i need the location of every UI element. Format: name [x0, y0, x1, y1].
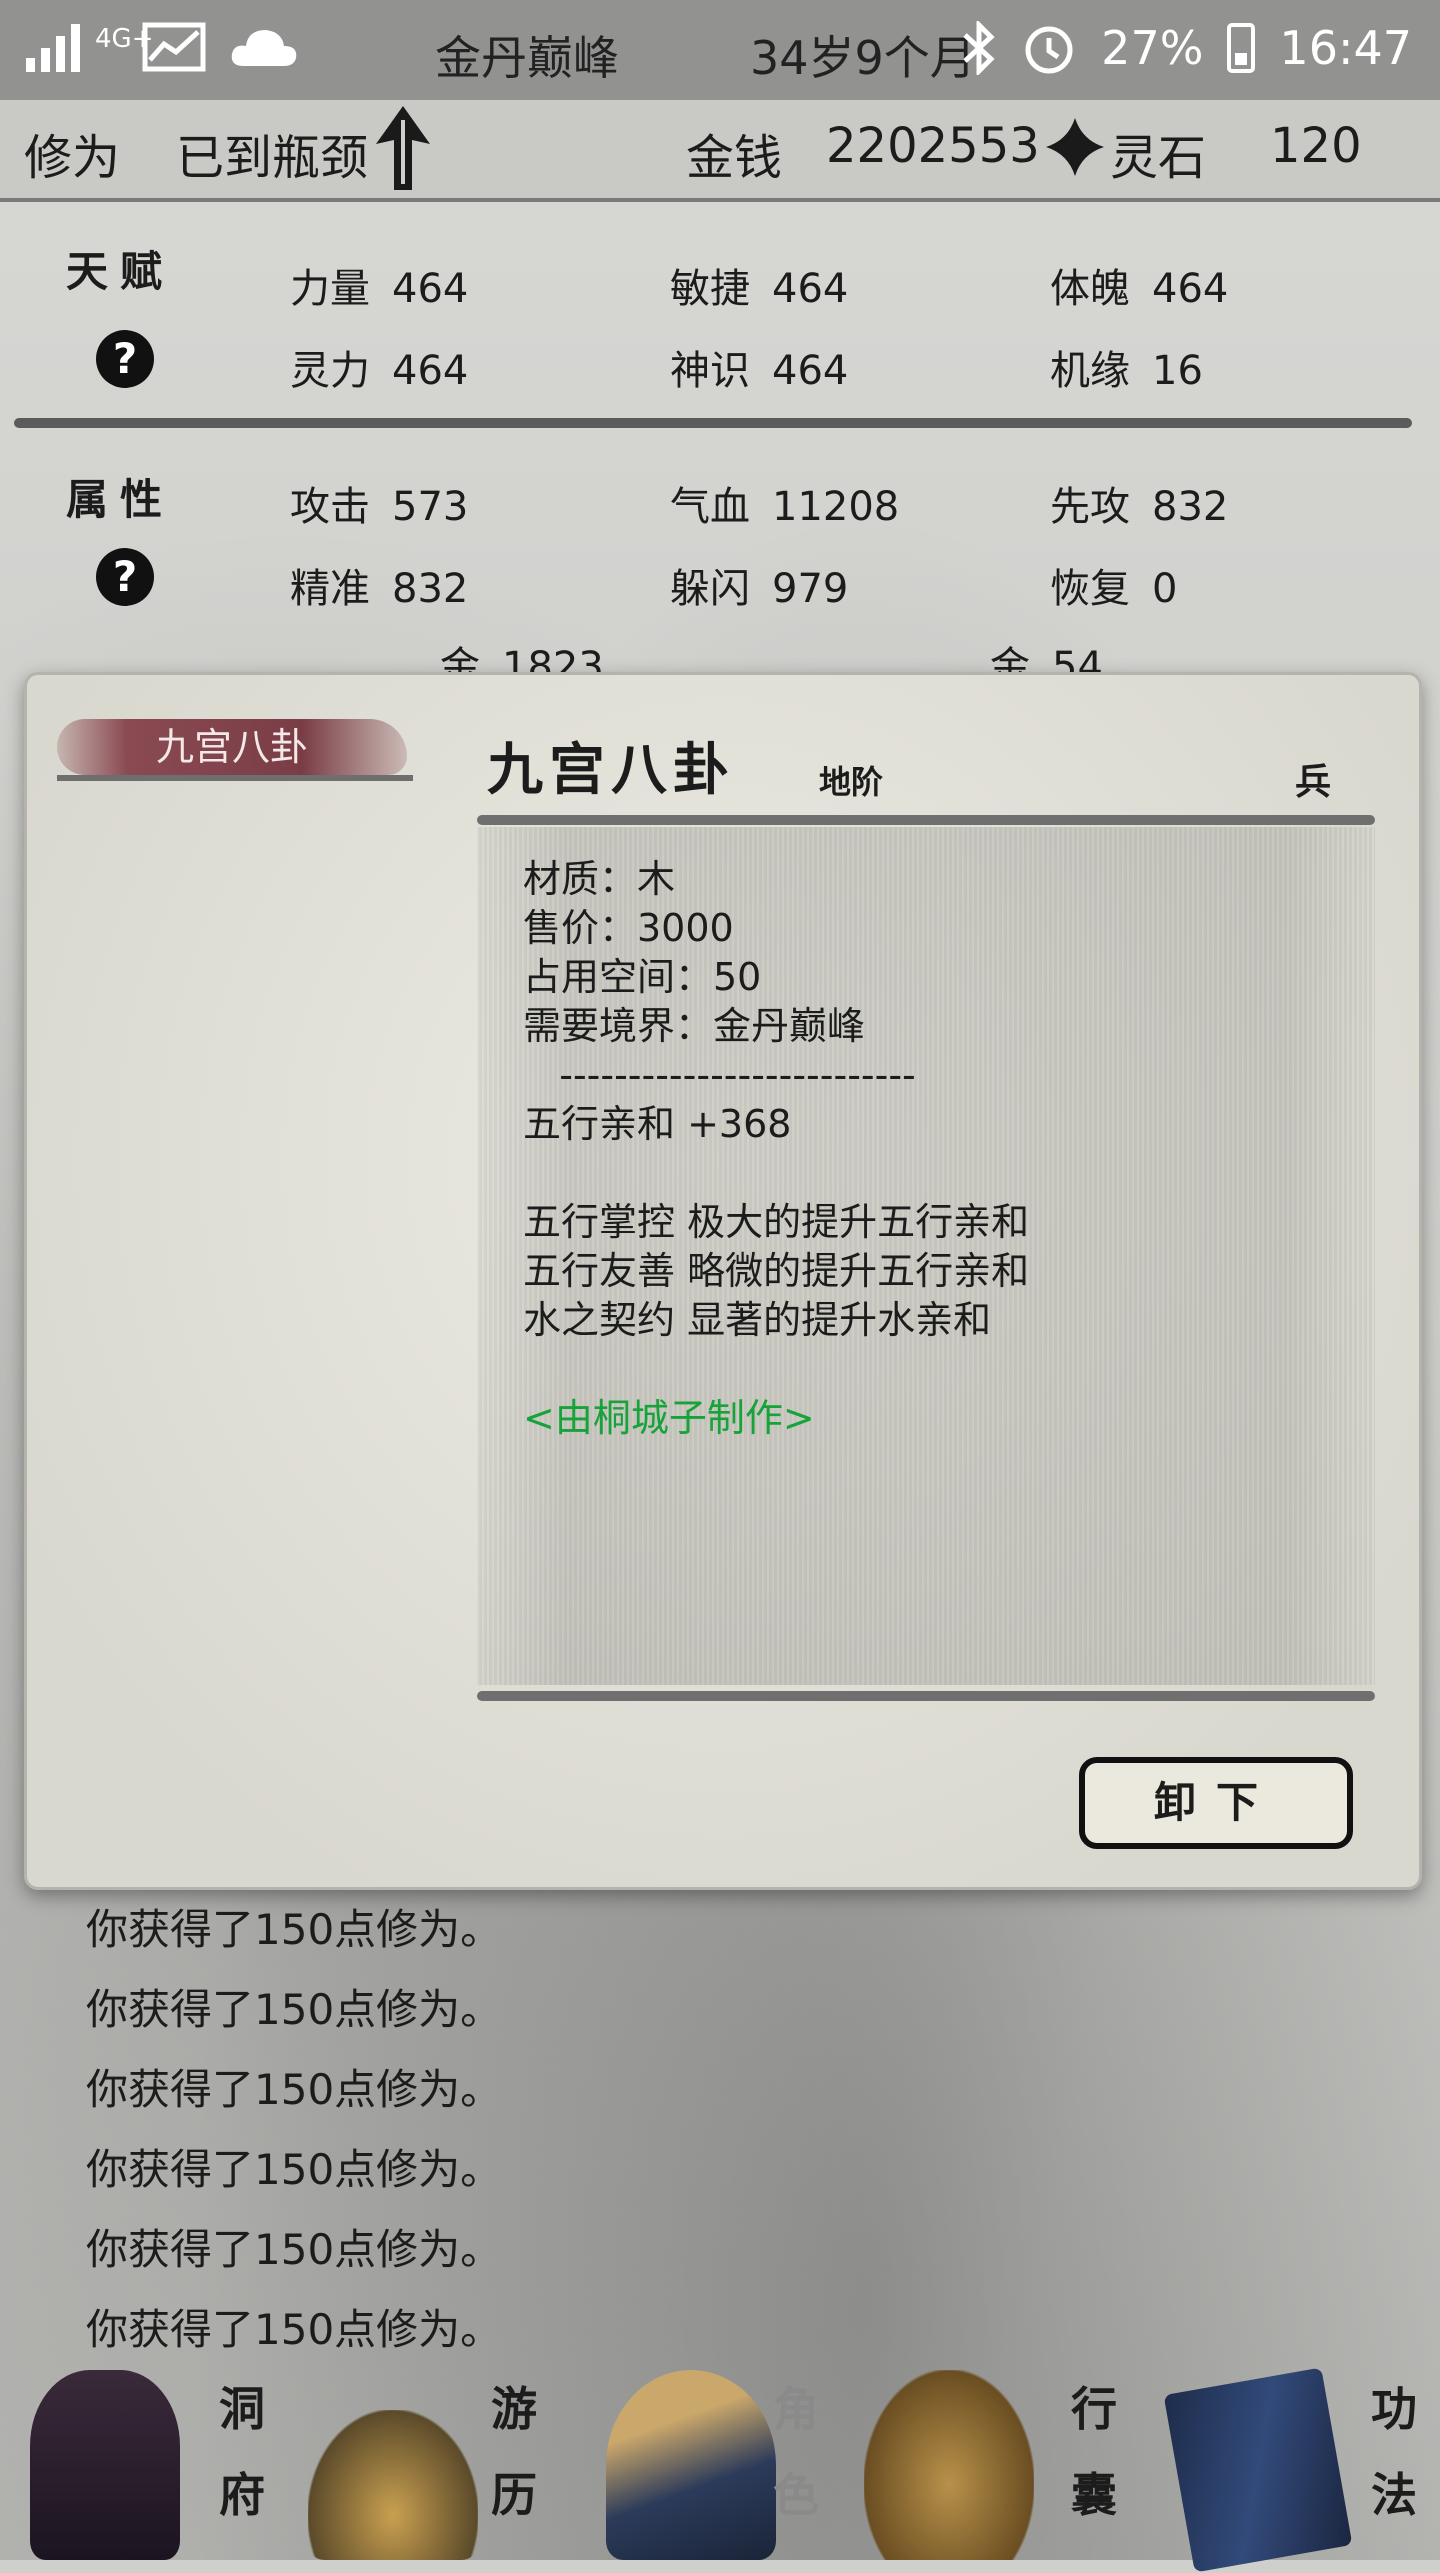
attribute-stat: 精准 832	[290, 566, 469, 612]
talent-stat: 敏捷 464	[670, 266, 849, 312]
breakthrough-arrow-icon[interactable]	[372, 100, 434, 196]
money-label: 金钱	[686, 130, 783, 186]
network-label: 4G+	[95, 24, 154, 54]
nav-cave-dwelling[interactable]: 洞 府	[0, 2356, 288, 2560]
attribute-stat: 躲闪 979	[670, 566, 849, 612]
unequip-button[interactable]: 卸下	[1079, 1757, 1353, 1849]
spirit-stone-label: 灵石	[1110, 130, 1207, 186]
description-line: 五行友善 略微的提升五行亲和	[523, 1249, 1030, 1293]
description-line: ​	[523, 1345, 1029, 1394]
clock: 16:47	[1279, 21, 1412, 75]
description-line: 材质：木	[523, 857, 676, 901]
talent-stat: 体魄 464	[1050, 266, 1229, 312]
nav-label-active: 角 色	[773, 2382, 819, 2522]
signal-icon	[26, 22, 80, 72]
attributes-title: 属性	[66, 475, 175, 524]
attributes-help-icon[interactable]: ?	[96, 548, 154, 606]
realm-status: 金丹巅峰	[435, 31, 619, 85]
attribute-stat: 气血 11208	[670, 484, 900, 530]
battery-icon	[1227, 23, 1256, 73]
description-line: 水之契约 显著的提升水亲和	[523, 1298, 992, 1342]
spirit-stone-icon	[1046, 118, 1104, 176]
age-status: 34岁9个月	[750, 31, 976, 85]
description-line: 占用空间：50	[523, 955, 762, 999]
nav-bag[interactable]: 行 囊	[864, 2356, 1152, 2560]
description-line: 五行掌控 极大的提升五行亲和	[523, 1200, 1030, 1244]
alarm-icon	[1025, 26, 1073, 74]
bluetooth-icon	[963, 21, 995, 75]
item-tab[interactable]: 九宫八卦	[57, 719, 407, 775]
cave-dwelling-icon	[30, 2370, 180, 2560]
item-slot-type: 兵	[1295, 761, 1332, 803]
attribute-stat: 先攻 832	[1050, 484, 1229, 530]
tab-underline	[57, 775, 413, 781]
message-log: 你获得了150点修为。 你获得了150点修为。 你获得了150点修为。 你获得了…	[86, 1890, 502, 2370]
item-description: 材质：木售价：3000 占用空间：50 需要境界：金丹巅峰 ------------…	[523, 855, 1029, 1443]
maker-credit: <由桐城子制作>	[523, 1396, 815, 1440]
spirit-stone-value: 120	[1270, 118, 1362, 174]
bottom-divider	[477, 1691, 1375, 1701]
section-divider	[14, 418, 1412, 428]
battery-percent: 27%	[1101, 21, 1204, 75]
description-separator: --------------------------	[523, 1053, 916, 1097]
bottom-nav: 洞 府 游 历 角 色 行 囊 功 法	[0, 2356, 1440, 2573]
item-name: 九宫八卦	[487, 737, 735, 803]
log-entry: 你获得了150点修为。	[86, 2225, 503, 2274]
attribute-stat: 恢复 0	[1050, 566, 1178, 612]
attribute-stat: 攻击 573	[290, 484, 469, 530]
cultivation-label: 修为	[24, 130, 121, 186]
nav-label: 功 法	[1371, 2382, 1417, 2522]
cloud-icon	[231, 30, 297, 66]
talent-title: 天赋	[66, 247, 175, 296]
nav-skills[interactable]: 功 法	[1152, 2356, 1440, 2573]
description-line: 需要境界：金丹巅峰	[523, 1004, 866, 1048]
talent-stat: 机缘 16	[1050, 348, 1203, 394]
character-icon	[606, 2370, 776, 2560]
talent-help-icon[interactable]: ?	[96, 330, 154, 388]
info-row: 修为 已到瓶颈 金钱 2202553 灵石 120	[0, 100, 1440, 202]
log-entry: 你获得了150点修为。	[86, 2065, 503, 2114]
cultivation-value: 已到瓶颈	[176, 130, 369, 186]
travel-icon	[308, 2410, 478, 2560]
talent-stat: 神识 464	[670, 348, 849, 394]
nav-character[interactable]: 角 色	[576, 2356, 864, 2560]
description-line: 五行亲和 +368	[523, 1102, 792, 1146]
money-value: 2202553	[826, 118, 1040, 174]
skills-book-icon	[1163, 2367, 1353, 2573]
nav-label: 行 囊	[1071, 2382, 1117, 2522]
description-line: ​	[523, 1149, 1029, 1198]
title-divider	[477, 815, 1375, 825]
log-entry: 你获得了150点修为。	[86, 1985, 503, 2034]
log-entry: 你获得了150点修为。	[86, 2145, 503, 2194]
nav-travel[interactable]: 游 历	[288, 2356, 576, 2560]
talent-stat: 灵力 464	[290, 348, 469, 394]
nav-label: 洞 府	[219, 2382, 265, 2522]
log-entry: 你获得了150点修为。	[86, 1905, 503, 1954]
nav-label: 游 历	[491, 2382, 537, 2522]
status-bar: 4G+ 金丹巅峰 34岁9个月 27% 16:47	[0, 0, 1440, 100]
bag-icon	[864, 2370, 1034, 2560]
item-detail-dialog: 九宫八卦 九宫八卦 地阶 兵 材质：木售价：3000 占用空间：50 需要境界：金丹…	[24, 672, 1422, 1890]
status-left-icons	[26, 22, 300, 72]
talent-stat: 力量 464	[290, 266, 469, 312]
status-right-icons: 27% 16:47	[961, 20, 1412, 76]
item-grade: 地阶	[819, 763, 884, 801]
description-line: 售价：3000	[523, 906, 734, 950]
